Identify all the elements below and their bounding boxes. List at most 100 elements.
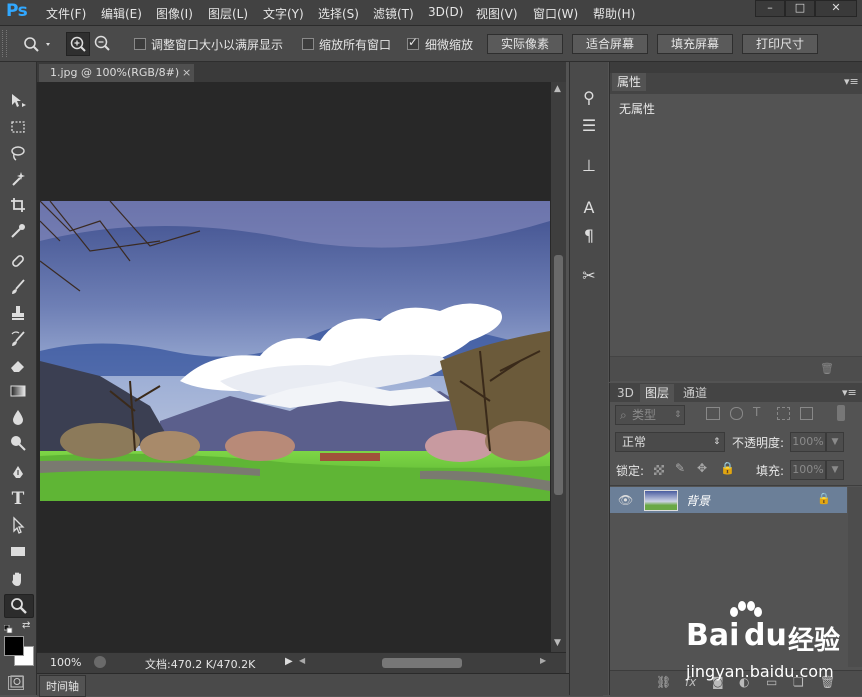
blend-mode-select[interactable]: 正常 ⇕ xyxy=(615,432,725,452)
landscape-image[interactable] xyxy=(40,201,550,501)
tool-preset-picker[interactable] xyxy=(20,34,56,54)
close-window-button[interactable]: ✕ xyxy=(815,0,857,17)
menu-view[interactable]: 视图(V) xyxy=(476,5,518,22)
magic-wand-tool[interactable] xyxy=(4,168,32,190)
grip-icon[interactable] xyxy=(2,30,7,57)
close-tab-icon[interactable]: × xyxy=(182,64,191,82)
panel-menu-icon[interactable]: ▾≡ xyxy=(842,386,857,399)
smart-object-filter-icon[interactable] xyxy=(800,407,813,420)
tool-presets-icon[interactable]: ✂ xyxy=(577,264,601,286)
fill-screen-button[interactable]: 填充屏幕 xyxy=(657,34,733,54)
filter-toggle-icon[interactable] xyxy=(837,405,845,421)
paragraph-icon[interactable]: ¶ xyxy=(577,224,601,246)
fit-screen-button[interactable]: 适合屏幕 xyxy=(572,34,648,54)
zoom-tool[interactable] xyxy=(4,594,34,618)
properties-tab[interactable]: 属性 xyxy=(612,73,647,91)
fill-input[interactable]: 100% xyxy=(790,460,826,480)
marquee-icon xyxy=(11,121,25,133)
lock-position-icon[interactable]: ✥ xyxy=(697,461,707,475)
tab-layers[interactable]: 图层 xyxy=(640,384,675,402)
menu-edit[interactable]: 编辑(E) xyxy=(101,5,142,22)
clone-source-icon[interactable]: ⊥ xyxy=(577,154,601,176)
menu-file[interactable]: 文件(F) xyxy=(46,5,86,22)
menu-window[interactable]: 窗口(W) xyxy=(533,5,578,22)
document-tab[interactable]: 1.jpg @ 100%(RGB/8#) × xyxy=(39,64,194,82)
swap-colors-icon[interactable]: ⇄ xyxy=(22,620,32,631)
tab-channels[interactable]: 通道 xyxy=(678,384,712,402)
opacity-input[interactable]: 100% xyxy=(790,432,826,452)
status-menu-arrow-icon[interactable]: ▶ xyxy=(285,656,293,667)
zoom-out-icon xyxy=(94,35,110,51)
eye-icon[interactable]: 👁 xyxy=(618,493,633,507)
fill-dropdown[interactable]: ▼ xyxy=(826,460,844,480)
zoom-level[interactable]: 100% xyxy=(50,656,81,669)
menu-layer[interactable]: 图层(L) xyxy=(208,5,248,22)
crop-tool[interactable] xyxy=(4,194,32,216)
scroll-down-icon[interactable]: ▼ xyxy=(554,638,561,648)
layer-name[interactable]: 背景 xyxy=(686,492,710,509)
tab-3d[interactable]: 3D xyxy=(612,384,639,402)
gradient-tool[interactable] xyxy=(4,380,32,402)
default-colors-icon[interactable] xyxy=(3,622,14,634)
layer-row-background[interactable]: 👁 背景 🔒 xyxy=(610,487,847,513)
timeline-toggle-icon[interactable] xyxy=(8,676,24,690)
gradient-icon xyxy=(10,385,26,397)
scroll-up-icon[interactable]: ▲ xyxy=(554,84,561,94)
eyedropper-tool[interactable] xyxy=(4,220,32,242)
lock-transparency-icon[interactable] xyxy=(654,465,664,475)
hand-tool[interactable] xyxy=(4,568,32,590)
adjustments-icon[interactable]: ☰ xyxy=(577,114,601,136)
minimize-button[interactable]: – xyxy=(755,0,785,17)
menu-help[interactable]: 帮助(H) xyxy=(593,5,635,22)
vertical-scroll-thumb[interactable] xyxy=(554,255,563,495)
rectangle-tool[interactable] xyxy=(4,540,32,562)
status-bar: 100% 文档:470.2 K/470.2K ▶ ◀ ▶ xyxy=(37,652,566,673)
character-icon[interactable]: A xyxy=(577,196,601,218)
brush-presets-icon[interactable]: ⚲ xyxy=(577,86,601,108)
pixel-filter-icon[interactable] xyxy=(706,407,720,420)
blur-tool[interactable] xyxy=(4,406,32,428)
zoom-all-windows-checkbox[interactable] xyxy=(302,38,314,50)
horizontal-scroll-thumb[interactable] xyxy=(382,658,462,668)
timeline-tab[interactable]: 时间轴 xyxy=(39,675,86,697)
layer-filter-select[interactable]: ⌕ 类型 ⇕ xyxy=(615,405,685,425)
menu-image[interactable]: 图像(I) xyxy=(156,5,193,22)
opacity-dropdown[interactable]: ▼ xyxy=(826,432,844,452)
menu-filter[interactable]: 滤镜(T) xyxy=(373,5,414,22)
maximize-button[interactable]: □ xyxy=(785,0,815,17)
panel-menu-icon[interactable]: ▾≡ xyxy=(844,75,859,88)
menu-select[interactable]: 选择(S) xyxy=(318,5,359,22)
timeline-panel: 时间轴 xyxy=(37,673,603,697)
share-icon[interactable] xyxy=(94,656,106,668)
print-size-button[interactable]: 打印尺寸 xyxy=(742,34,818,54)
zoom-in-button[interactable] xyxy=(66,32,90,56)
menu-type[interactable]: 文字(Y) xyxy=(263,5,304,22)
foreground-color-swatch[interactable] xyxy=(4,636,24,656)
trash-icon[interactable]: 🗑 xyxy=(820,362,834,375)
healing-brush-tool[interactable] xyxy=(4,250,32,272)
lasso-tool[interactable] xyxy=(4,142,32,164)
brush-tool[interactable] xyxy=(4,276,32,298)
menu-3d[interactable]: 3D(D) xyxy=(428,5,463,19)
history-brush-tool[interactable] xyxy=(4,328,32,350)
eraser-tool[interactable] xyxy=(4,354,32,376)
zoom-out-button[interactable] xyxy=(91,32,113,54)
lock-all-icon[interactable]: 🔒 xyxy=(720,461,735,475)
move-tool[interactable] xyxy=(4,90,32,112)
scroll-right-icon[interactable]: ▶ xyxy=(540,656,546,665)
resize-windows-checkbox[interactable] xyxy=(134,38,146,50)
scrubby-zoom-checkbox[interactable] xyxy=(407,35,419,50)
actual-pixels-button[interactable]: 实际像素 xyxy=(487,34,563,54)
adjustment-filter-icon[interactable] xyxy=(730,407,743,420)
type-filter-icon[interactable]: T xyxy=(753,405,760,419)
dodge-tool[interactable] xyxy=(4,432,32,454)
lock-pixels-icon[interactable]: ✎ xyxy=(675,461,685,475)
shape-filter-icon[interactable] xyxy=(777,407,790,420)
canvas-area[interactable] xyxy=(37,82,551,652)
scroll-left-icon[interactable]: ◀ xyxy=(299,656,305,665)
marquee-tool[interactable] xyxy=(4,116,32,138)
type-tool[interactable]: T xyxy=(4,488,32,510)
path-selection-tool[interactable] xyxy=(4,514,32,536)
clone-stamp-tool[interactable] xyxy=(4,302,32,324)
pen-tool[interactable] xyxy=(4,462,32,484)
